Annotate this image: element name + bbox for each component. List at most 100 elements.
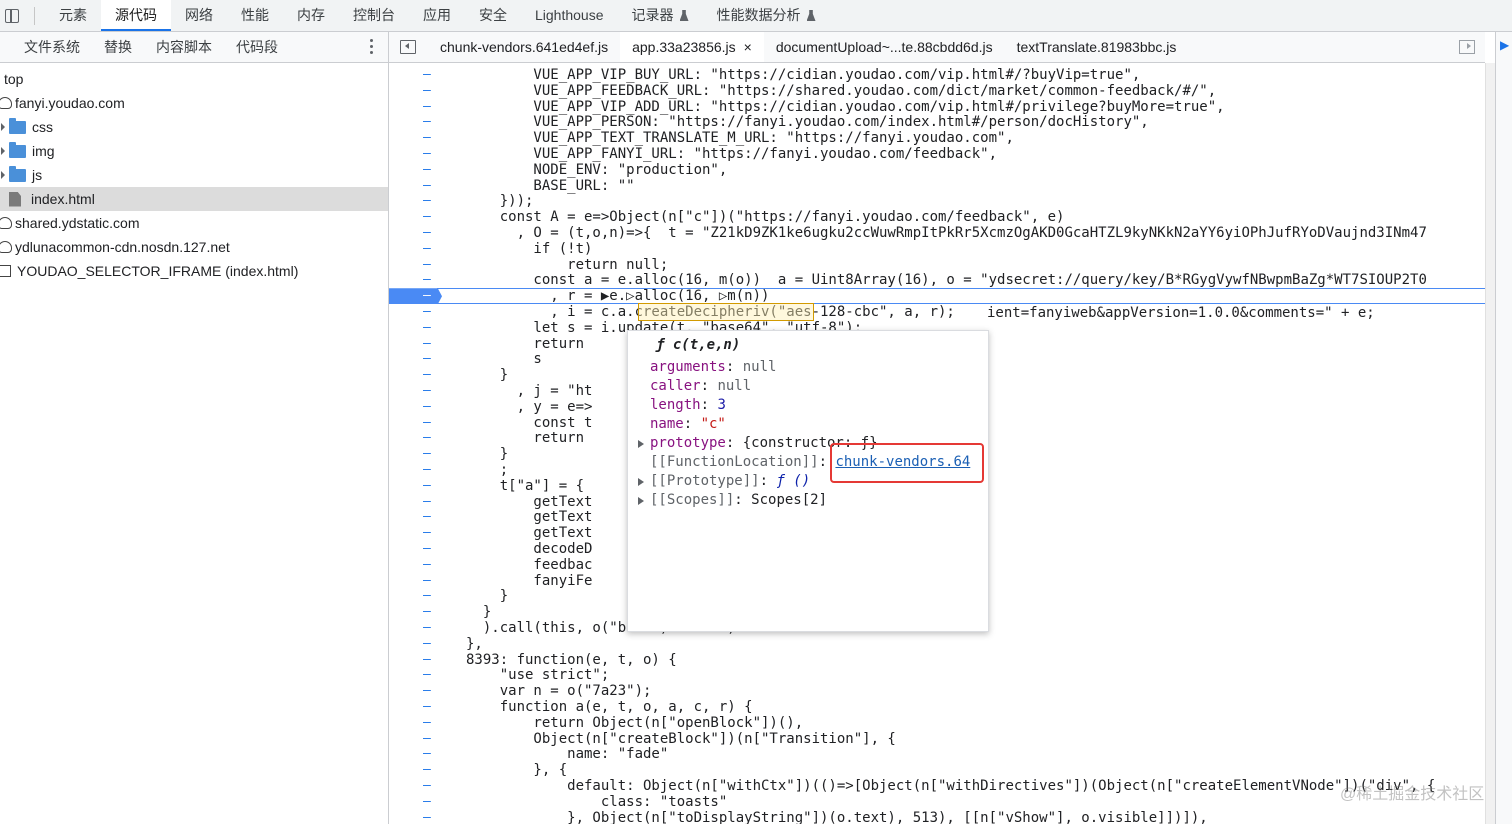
tree-item-css[interactable]: css — [0, 115, 388, 139]
gutter-marker[interactable]: – — [423, 494, 432, 510]
tab-sources[interactable]: 源代码 — [101, 0, 171, 31]
expand-arrow-icon[interactable] — [638, 478, 644, 486]
code-text: return Object(n["openBlock"])(), — [466, 714, 804, 731]
gutter-marker[interactable]: – — [423, 178, 432, 194]
tree-item-shared-ydstatic[interactable]: shared.ydstatic.com — [0, 211, 388, 235]
gutter-marker[interactable]: – — [423, 225, 432, 241]
gutter-marker[interactable]: – — [423, 794, 432, 810]
gutter-marker[interactable]: – — [423, 667, 432, 683]
tree-item-js[interactable]: js — [0, 163, 388, 187]
gutter-marker[interactable]: – — [423, 415, 432, 431]
tree-item-top[interactable]: top — [0, 67, 388, 91]
gutter-marker[interactable]: – — [423, 193, 432, 209]
tab-recorder[interactable]: 记录器 — [618, 0, 703, 31]
tree-item-img[interactable]: img — [0, 139, 388, 163]
resume-icon[interactable]: ▶ — [1500, 38, 1512, 52]
gutter-marker[interactable]: – — [423, 525, 432, 541]
gutter-marker[interactable]: – — [423, 746, 432, 762]
tab-content-scripts[interactable]: 内容脚本 — [144, 32, 224, 62]
gutter-marker[interactable]: – — [423, 636, 432, 652]
file-tab-text-translate[interactable]: textTranslate.81983bbc.js — [1005, 32, 1189, 62]
gutter-marker[interactable]: – — [423, 620, 432, 636]
tab-performance-insights[interactable]: 性能数据分析 — [703, 0, 830, 31]
prop-scopes[interactable]: [[Scopes]]: Scopes[2] — [650, 491, 827, 510]
code-text: VUE_APP_TEXT_TRANSLATE_M_URL: "https://f… — [466, 130, 1014, 147]
gutter-marker[interactable]: – — [423, 288, 432, 304]
code-line: – , r = ▶e.▷alloc(16, ▷m(n)) — [389, 288, 1485, 305]
file-tree: top fanyi.youdao.com css img js index.ht… — [0, 63, 388, 283]
gutter-marker[interactable]: – — [423, 588, 432, 604]
gutter-marker[interactable]: – — [423, 810, 432, 824]
gutter-marker[interactable]: – — [423, 683, 432, 699]
gutter-marker[interactable]: – — [423, 67, 432, 83]
gutter-marker[interactable]: – — [423, 478, 432, 494]
tab-application[interactable]: 应用 — [409, 0, 465, 31]
tab-console[interactable]: 控制台 — [339, 0, 409, 31]
gutter-marker[interactable]: – — [423, 399, 432, 415]
gutter-marker[interactable]: – — [423, 209, 432, 225]
close-icon[interactable]: × — [744, 39, 752, 55]
gutter-marker[interactable]: – — [423, 762, 432, 778]
tree-item-label: top — [4, 71, 24, 87]
gutter-marker[interactable]: – — [423, 430, 432, 446]
more-options-icon[interactable] — [370, 39, 374, 55]
code-line: – VUE_APP_VIP_BUY_URL: "https://cidian.y… — [389, 67, 1485, 83]
toggle-navigator-icon[interactable] — [400, 40, 416, 54]
gutter-marker[interactable]: – — [423, 99, 432, 115]
gutter-marker[interactable]: – — [423, 114, 432, 130]
breakpoint-marker[interactable] — [389, 288, 442, 305]
gutter-marker[interactable]: – — [423, 336, 432, 352]
gutter-marker[interactable]: – — [423, 83, 432, 99]
prop-internal-prototype[interactable]: [[Prototype]]: ƒ () — [650, 472, 810, 491]
gutter-marker[interactable]: – — [423, 509, 432, 525]
toggle-debugger-icon[interactable] — [1459, 40, 1475, 54]
gutter-marker[interactable]: – — [423, 604, 432, 620]
tree-item-ydlunacommon[interactable]: ydlunacommon-cdn.nosdn.127.net — [0, 235, 388, 259]
tab-overrides[interactable]: 替换 — [92, 32, 144, 62]
file-tab-chunk-vendors[interactable]: chunk-vendors.641ed4ef.js — [428, 32, 620, 62]
tab-network[interactable]: 网络 — [171, 0, 227, 31]
tree-item-label: ydlunacommon-cdn.nosdn.127.net — [15, 239, 230, 255]
gutter-marker[interactable]: – — [423, 130, 432, 146]
gutter-marker[interactable]: – — [423, 257, 432, 273]
prop-value: ƒ () — [776, 473, 811, 489]
dock-side-icon[interactable] — [2, 5, 24, 27]
tab-snippets[interactable]: 代码段 — [224, 32, 290, 62]
gutter-marker[interactable]: – — [423, 446, 432, 462]
gutter-marker[interactable]: – — [423, 351, 432, 367]
gutter-marker[interactable]: – — [423, 778, 432, 794]
gutter-marker[interactable]: – — [423, 241, 432, 257]
gutter-marker[interactable]: – — [423, 699, 432, 715]
gutter-marker[interactable]: – — [423, 383, 432, 399]
experiment-flask-icon — [806, 10, 816, 21]
gutter-marker[interactable]: – — [423, 573, 432, 589]
gutter-marker[interactable]: – — [423, 304, 432, 320]
tree-item-index-html[interactable]: index.html — [0, 187, 388, 211]
code-line: – const A = e=>Object(n["c"])("https://f… — [389, 209, 1485, 225]
tab-lighthouse[interactable]: Lighthouse — [521, 0, 618, 31]
gutter-marker[interactable]: – — [423, 162, 432, 178]
prop-key: prototype — [650, 435, 726, 451]
gutter-marker[interactable]: – — [423, 320, 432, 336]
gutter-marker[interactable]: – — [423, 715, 432, 731]
gutter-marker[interactable]: – — [423, 272, 432, 288]
gutter-marker[interactable]: – — [423, 541, 432, 557]
expand-arrow-icon[interactable] — [638, 440, 644, 448]
gutter-marker[interactable]: – — [423, 731, 432, 747]
gutter-marker[interactable]: – — [423, 462, 432, 478]
expand-arrow-icon[interactable] — [638, 497, 644, 505]
gutter-marker[interactable]: – — [423, 367, 432, 383]
tab-security[interactable]: 安全 — [465, 0, 521, 31]
tab-performance[interactable]: 性能 — [227, 0, 283, 31]
file-tab-app[interactable]: app.33a23856.js × — [620, 32, 764, 62]
tab-filesystem[interactable]: 文件系统 — [0, 32, 92, 62]
gutter-marker[interactable]: – — [423, 146, 432, 162]
tree-item-selector-iframe[interactable]: YOUDAO_SELECTOR_IFRAME (index.html) — [0, 259, 388, 283]
expand-arrow-icon — [1, 171, 5, 179]
tab-elements[interactable]: 元素 — [45, 0, 101, 31]
tab-memory[interactable]: 内存 — [283, 0, 339, 31]
tree-item-fanyi-youdao[interactable]: fanyi.youdao.com — [0, 91, 388, 115]
gutter-marker[interactable]: – — [423, 652, 432, 668]
gutter-marker[interactable]: – — [423, 557, 432, 573]
file-tab-document-upload[interactable]: documentUpload~...te.88cbdd6d.js — [764, 32, 1005, 62]
